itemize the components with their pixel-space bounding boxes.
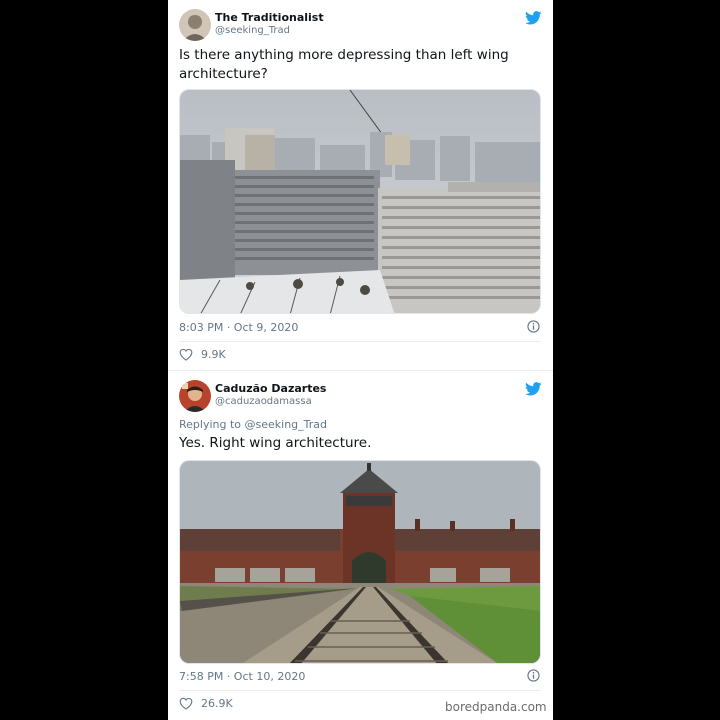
tweet-text: Yes. Right wing architecture. [179, 435, 372, 451]
like-action[interactable]: 26.9K [179, 697, 233, 710]
info-icon[interactable] [527, 320, 540, 333]
replying-to[interactable]: Replying to @seeking_Trad [179, 418, 327, 431]
like-count: 26.9K [201, 697, 233, 710]
watermark: boredpanda.com [445, 700, 547, 714]
tweet-timestamp[interactable]: 7:58 PM · Oct 10, 2020 [179, 670, 305, 683]
divider [179, 690, 541, 691]
tweet-photo-apartment-blocks[interactable] [179, 89, 541, 314]
tweet-2: Caduzão Dazartes @caduzaodamassa Replyin… [168, 371, 553, 720]
author-handle[interactable]: @caduzaodamassa [215, 396, 312, 407]
twitter-bird-icon[interactable] [525, 382, 542, 396]
divider [179, 341, 541, 342]
heart-icon[interactable] [179, 348, 193, 361]
heart-icon[interactable] [179, 697, 193, 710]
tweet-photo-gatehouse[interactable] [179, 460, 541, 664]
tweets-panel: The Traditionalist @seeking_Trad Is ther… [168, 0, 553, 720]
like-action[interactable]: 9.9K [179, 348, 226, 361]
author-handle[interactable]: @seeking_Trad [215, 25, 290, 36]
tweet-timestamp[interactable]: 8:03 PM · Oct 9, 2020 [179, 321, 298, 334]
author-name[interactable]: The Traditionalist [215, 11, 324, 24]
tweet-1: The Traditionalist @seeking_Trad Is ther… [168, 0, 553, 370]
twitter-bird-icon[interactable] [525, 11, 542, 25]
author-name[interactable]: Caduzão Dazartes [215, 382, 326, 395]
tweet-text: Is there anything more depressing than l… [179, 47, 509, 82]
avatar[interactable] [179, 9, 211, 41]
avatar[interactable] [179, 380, 211, 412]
like-count: 9.9K [201, 348, 226, 361]
info-icon[interactable] [527, 669, 540, 682]
